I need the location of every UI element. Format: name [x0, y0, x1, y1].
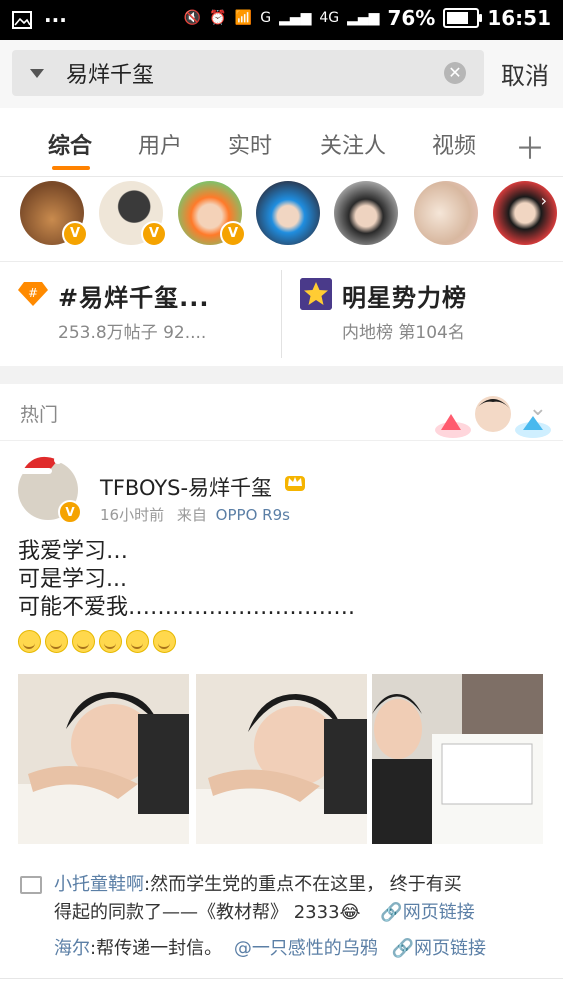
web-link[interactable]: 🔗网页链接 — [392, 938, 486, 959]
battery-percent: 76% — [387, 6, 436, 30]
post-meta: 16小时前 来自 OPPO R9s — [100, 504, 290, 525]
verified-badge-icon: V — [141, 221, 167, 247]
comment-text: :帮传递一封信。 — [90, 938, 223, 959]
verified-badge-icon: V — [62, 221, 88, 247]
topic-diamond-icon: # — [18, 282, 48, 306]
chevron-right-icon[interactable]: › — [541, 191, 547, 210]
more-notifications-icon: ··· — [44, 8, 67, 32]
user-avatar[interactable]: › — [493, 181, 557, 245]
tab-followed[interactable]: 关注人 — [320, 128, 386, 160]
user-avatar[interactable] — [414, 181, 478, 245]
card-divider — [281, 270, 282, 358]
clear-search-button[interactable]: ✕ — [444, 62, 466, 84]
link-label[interactable]: 网页链接 — [403, 902, 475, 923]
search-tabs: 综合 用户 实时 关注人 视频 ＋ — [0, 108, 563, 177]
comment-text: :然而学生党的重点不在这里， 终于有买 — [144, 874, 462, 895]
topic-stats: 253.8万帖子 92.... — [58, 323, 207, 343]
hot-label: 热门 — [20, 404, 59, 426]
battery-fill — [447, 12, 469, 24]
emoji-row — [18, 630, 176, 653]
topic-title[interactable]: #易烊千玺... — [58, 278, 209, 313]
wifi-icon: 📶 — [234, 10, 253, 26]
cancel-button[interactable]: 取消 — [501, 56, 549, 91]
post-photo[interactable] — [372, 674, 543, 844]
emoji-icon — [126, 630, 149, 653]
search-input[interactable]: 易烊千玺 ✕ — [12, 50, 484, 96]
post-photo[interactable] — [18, 674, 189, 844]
post-source[interactable]: OPPO R9s — [216, 506, 290, 524]
summary-cards: # #易烊千玺... 253.8万帖子 92.... 明星势力榜 内地榜 第10… — [0, 262, 563, 366]
search-bar: 易烊千玺 ✕ 取消 — [0, 40, 563, 109]
battery-icon — [443, 8, 483, 28]
comment-user[interactable]: 海尔 — [54, 938, 90, 959]
related-users-strip: V V V › — [0, 177, 563, 262]
emoji-icon — [72, 630, 95, 653]
link-icon: 🔗 — [391, 938, 414, 959]
svg-text:#: # — [28, 286, 38, 300]
link-icon: 🔗 — [380, 902, 403, 923]
tab-users[interactable]: 用户 — [138, 128, 182, 160]
clock: 16:51 — [487, 6, 551, 30]
mute-icon: 🔇 — [183, 10, 202, 26]
comment-item[interactable]: 海尔:帮传递一封信。 @一只感性的乌鸦 🔗网页链接 — [54, 934, 486, 960]
comment-icon — [20, 876, 42, 894]
user-avatar[interactable] — [334, 181, 398, 245]
verified-badge-icon: V — [220, 221, 246, 247]
signal-icon-1: ▂▄▆ — [279, 10, 312, 26]
star-ranking-icon — [300, 278, 332, 310]
network-label-1: G — [260, 10, 272, 26]
collapse-chevron-icon[interactable]: ⌄ — [529, 396, 547, 421]
tab-video[interactable]: 视频 — [432, 128, 476, 160]
hot-section-header: 热门 ⌄ — [0, 384, 563, 441]
comment-text: 得起的同款了——《教材帮》 2333😂 — [54, 902, 361, 923]
emoji-icon — [153, 630, 176, 653]
post-from-label: 来自 — [176, 506, 207, 524]
emoji-icon — [18, 630, 41, 653]
comment-item[interactable]: 小托童鞋啊:然而学生党的重点不在这里， 终于有买 — [54, 870, 462, 896]
mention[interactable]: @一只感性的乌鸦 — [234, 938, 378, 959]
link-label[interactable]: 网页链接 — [414, 938, 486, 959]
post-photo[interactable] — [196, 674, 367, 844]
alarm-icon: ⏰ — [209, 10, 227, 26]
user-avatar[interactable]: V — [20, 181, 88, 247]
crown-icon — [285, 476, 305, 491]
search-type-dropdown-icon[interactable] — [30, 68, 44, 78]
status-bar: ··· 🔇 ⏰ 📶 G ▂▄▆ 4G ▂▄▆ 76% 16:51 — [0, 0, 563, 40]
post-author-name[interactable]: TFBOYS-易烊千玺 — [100, 472, 272, 502]
tab-comprehensive[interactable]: 综合 — [48, 128, 92, 160]
add-tab-icon[interactable]: ＋ — [515, 124, 545, 168]
emoji-icon — [99, 630, 122, 653]
post-time: 16小时前 — [100, 506, 165, 524]
action-bar-divider — [0, 978, 563, 979]
web-link[interactable]: 🔗网页链接 — [380, 902, 474, 923]
ranking-position: 内地榜 第104名 — [342, 323, 465, 343]
tab-realtime[interactable]: 实时 — [228, 128, 272, 160]
search-query[interactable]: 易烊千玺 — [66, 57, 154, 89]
verified-badge-icon: V — [58, 500, 82, 524]
gallery-icon — [12, 11, 32, 29]
ranking-title[interactable]: 明星势力榜 — [342, 278, 467, 313]
user-avatar[interactable] — [256, 181, 320, 245]
signal-icon-2: ▂▄▆ — [347, 10, 380, 26]
santa-hat-icon — [20, 456, 62, 474]
active-tab-indicator — [52, 166, 90, 170]
network-label-2: 4G — [319, 10, 340, 26]
comment-user[interactable]: 小托童鞋啊 — [54, 874, 144, 895]
user-avatar[interactable]: V — [178, 181, 246, 247]
hot-feed: 热门 ⌄ V TFBOYS-易烊千玺 16小时前 来自 OPPO R9s 我爱学… — [0, 384, 563, 1000]
post-text: 我爱学习… 可是学习... 可能不爱我…………………………. — [18, 539, 355, 620]
user-avatar[interactable]: V — [99, 181, 167, 247]
comment-item-continued: 得起的同款了——《教材帮》 2333😂 🔗网页链接 — [54, 898, 475, 924]
emoji-icon — [45, 630, 68, 653]
